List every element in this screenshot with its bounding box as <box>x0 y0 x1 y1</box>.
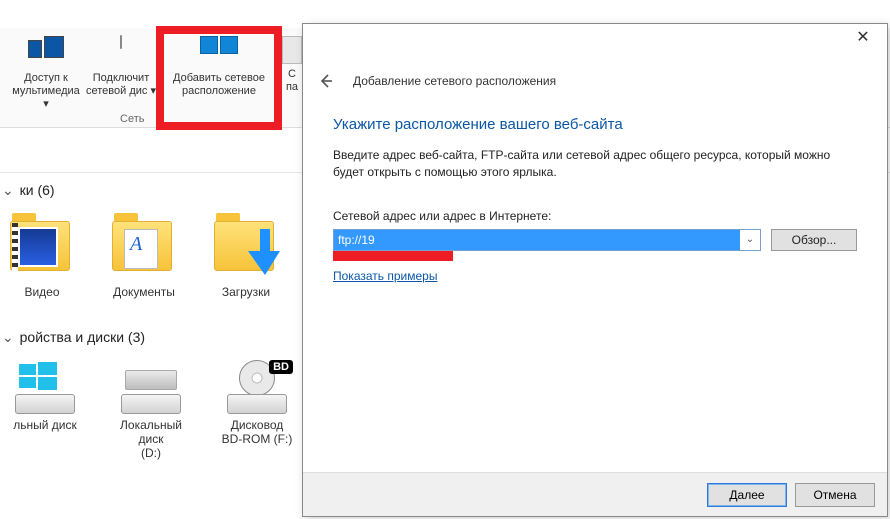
ribbon-group-name: Сеть <box>120 113 144 125</box>
bd-badge: BD <box>269 360 293 374</box>
cancel-button[interactable]: Отмена <box>795 483 875 507</box>
folder-icon <box>210 209 282 281</box>
ribbon-item-media-access[interactable]: Доступ к мультимедиа ▾ <box>10 32 82 111</box>
arrow-left-icon <box>316 71 336 91</box>
ribbon-label: Доступ к мультимедиа ▾ <box>10 72 82 111</box>
map-drive-icon <box>101 36 141 68</box>
wizard-heading: Укажите расположение вашего веб-сайта <box>333 108 857 147</box>
close-button[interactable]: ✕ <box>843 26 883 50</box>
ribbon-item-add-network-location[interactable]: Добавить сетевое расположение <box>160 32 278 98</box>
media-access-icon <box>26 36 66 68</box>
tile-label: Локальный диск (D:) <box>108 418 194 460</box>
group-header-folders[interactable]: ⌄ ки (6) <box>0 178 300 209</box>
ribbon-item-properties[interactable]: С па <box>282 32 302 94</box>
chevron-down-icon: ⌄ <box>2 329 14 345</box>
drive-tile-local-c[interactable]: льный диск <box>2 360 88 460</box>
explorer-content: ⌄ ки (6) Видео A Документы <box>0 178 300 460</box>
tile-label: льный диск <box>2 418 88 432</box>
ribbon-item-map-drive[interactable]: Подключит сетевой дис ▾ <box>86 32 156 98</box>
add-network-location-icon <box>199 36 239 68</box>
folder-tile-video[interactable]: Видео <box>2 209 82 299</box>
properties-icon <box>282 36 302 64</box>
wizard-paragraph: Введите адрес веб-сайта, FTP-сайта или с… <box>333 147 857 209</box>
bdrom-icon: BD <box>221 360 293 414</box>
folder-tile-documents[interactable]: A Документы <box>104 209 184 299</box>
wizard-titlebar[interactable]: ✕ <box>303 24 887 54</box>
address-input[interactable] <box>334 230 740 250</box>
drive-tile-local-d[interactable]: Локальный диск (D:) <box>108 360 194 460</box>
browse-button[interactable]: Обзор... <box>771 229 857 251</box>
folder-tiles: Видео A Документы Загрузки <box>0 209 300 299</box>
wizard-body: Укажите расположение вашего веб-сайта Вв… <box>303 108 887 283</box>
chevron-down-icon[interactable]: ⌄ <box>742 232 758 248</box>
ribbon-label: С па <box>282 68 302 94</box>
drive-icon <box>115 360 187 414</box>
tile-label: Загрузки <box>206 285 286 299</box>
group-header-drives[interactable]: ⌄ ройства и диски (3) <box>0 325 300 356</box>
tile-label: Документы <box>104 285 184 299</box>
wizard-header: Добавление сетевого расположения <box>303 54 887 108</box>
ribbon-label: Подключит сетевой дис ▾ <box>86 72 156 98</box>
tile-label: Дисковод BD-ROM (F:) <box>214 418 300 446</box>
ribbon-label: Добавить сетевое расположение <box>160 72 278 98</box>
chevron-down-icon: ⌄ <box>2 182 14 198</box>
next-button[interactable]: Далее <box>707 483 787 507</box>
folder-icon <box>6 209 78 281</box>
address-field-label: Сетевой адрес или адрес в Интернете: <box>333 209 857 229</box>
drive-tile-bdrom[interactable]: BD Дисковод BD-ROM (F:) <box>214 360 300 460</box>
drive-icon <box>9 360 81 414</box>
redaction-bar <box>333 251 453 261</box>
address-combobox[interactable]: ⌄ <box>333 229 761 251</box>
folder-icon: A <box>108 209 180 281</box>
wizard-title: Добавление сетевого расположения <box>353 74 556 88</box>
tile-label: Видео <box>2 285 82 299</box>
wizard-footer: Далее Отмена <box>303 472 887 516</box>
add-network-location-wizard: ✕ Добавление сетевого расположения Укажи… <box>302 23 888 517</box>
folder-tile-downloads[interactable]: Загрузки <box>206 209 286 299</box>
show-examples-link[interactable]: Показать примеры <box>333 269 437 283</box>
drive-tiles: льный диск Локальный диск (D:) BD Дисков… <box>0 360 300 460</box>
back-button[interactable] <box>313 68 339 94</box>
